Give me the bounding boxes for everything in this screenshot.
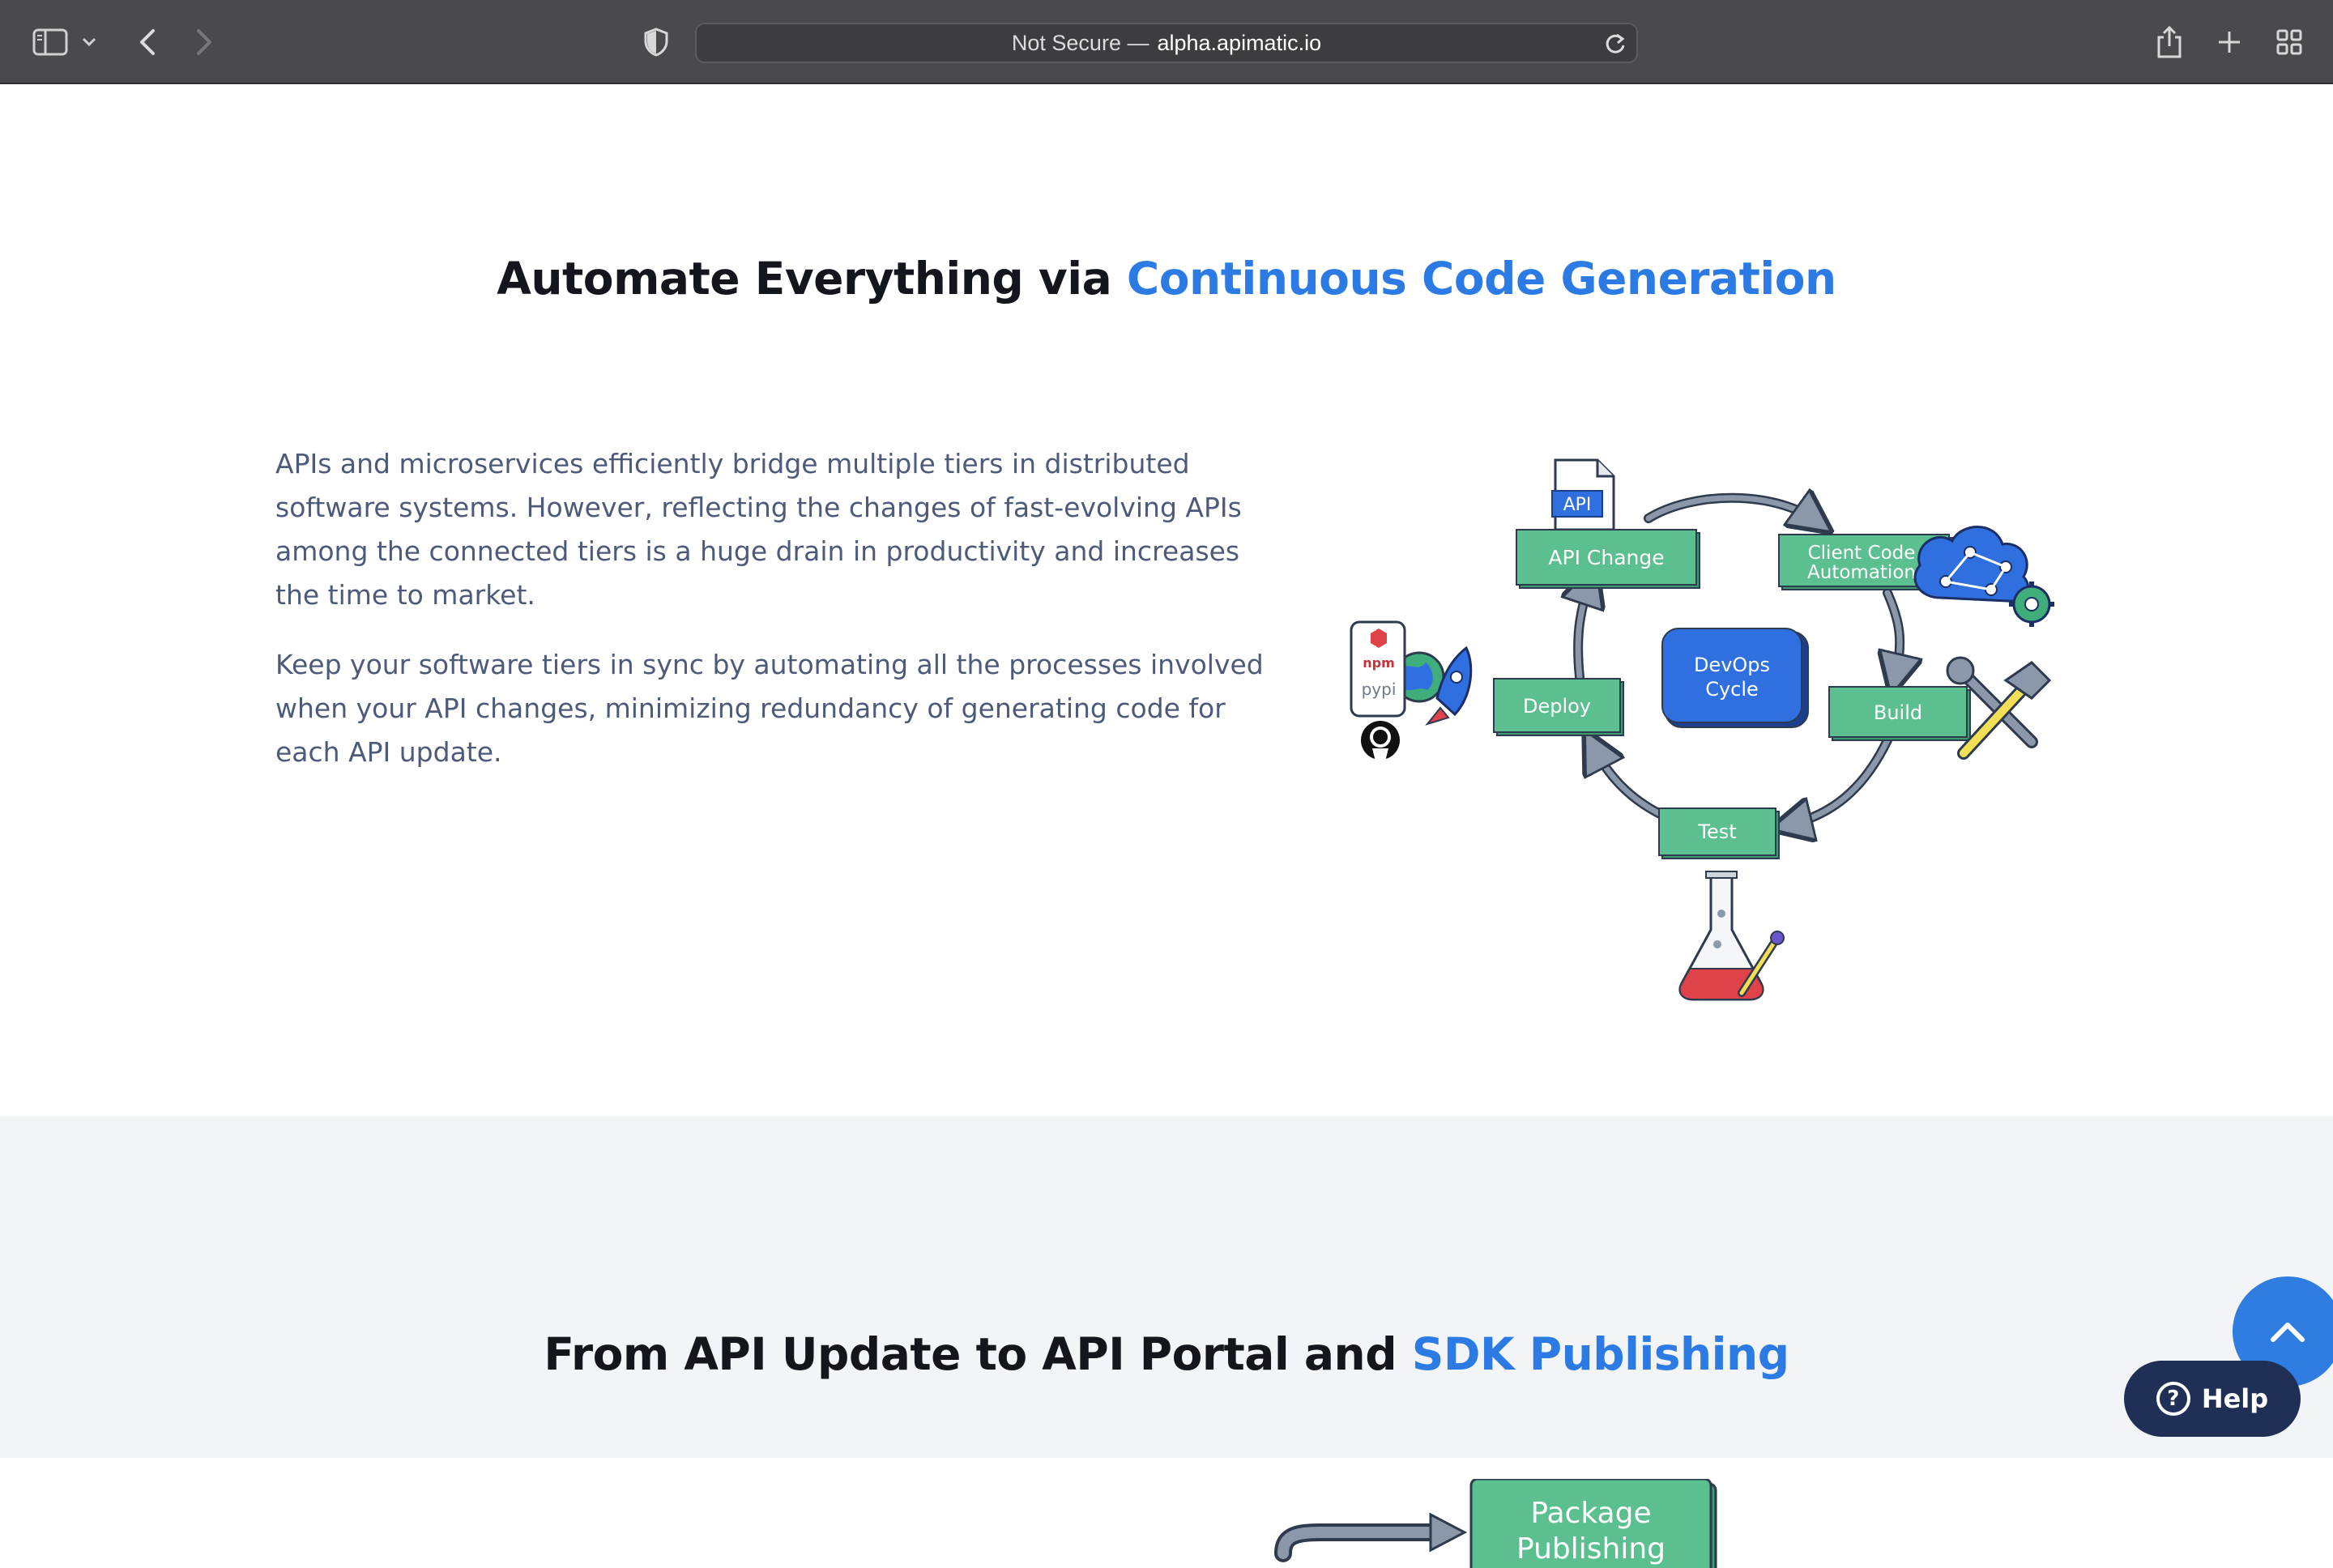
intro-paragraph: APIs and microservices efficiently bridg… — [275, 448, 1242, 611]
tab-overview-icon[interactable] — [2268, 21, 2310, 63]
registry-pypi-label: pypi — [1362, 680, 1397, 699]
cloud-gear-icon — [1913, 526, 2054, 627]
flask-icon — [1678, 871, 1785, 1001]
url-host: alpha.apimatic.io — [1157, 30, 1322, 55]
step-test-label: Test — [1697, 820, 1736, 843]
center-line2: Cycle — [1705, 678, 1759, 701]
github-icon — [1361, 721, 1400, 761]
api-doc-label: API — [1563, 495, 1592, 515]
step-build: Build — [1828, 686, 1971, 741]
sidebar-toggle-icon[interactable] — [29, 21, 71, 63]
address-bar[interactable]: Not Secure — alpha.apimatic.io — [695, 23, 1638, 63]
back-icon[interactable] — [126, 21, 168, 63]
chevron-down-icon[interactable] — [73, 21, 105, 63]
publishing-flow-partial: Package Publishing — [1274, 1479, 1717, 1568]
devops-cycle-diagram: API API Change Client Code Automation De… — [1337, 361, 2066, 1009]
step-api-change-label: API Change — [1548, 546, 1664, 569]
help-button[interactable]: ? Help — [2124, 1361, 2301, 1437]
step-test: Test — [1658, 807, 1780, 859]
step-deploy-label: Deploy — [1523, 695, 1591, 718]
card-line2: Publishing — [1516, 1532, 1666, 1566]
step-build-label: Build — [1874, 701, 1922, 724]
section-title-publishing: From API Update to API Portal and SDK Pu… — [0, 1328, 2333, 1380]
step-client-line1: Client Code — [1808, 543, 1916, 564]
registry-npm-label: npm — [1363, 655, 1395, 671]
package-registry-icon: npm pypi — [1350, 620, 1406, 718]
rocket-globe-icon — [1393, 646, 1473, 726]
title-accent: Continuous Code Generation — [1126, 253, 1836, 305]
api-document-icon: API — [1551, 458, 1615, 531]
url-security-label: Not Secure — — [1011, 30, 1149, 55]
help-icon: ? — [2156, 1382, 2190, 1416]
section-sdk-publishing: From API Update to API Portal and SDK Pu… — [0, 1116, 2333, 1568]
center-line1: DevOps — [1694, 654, 1770, 676]
share-icon[interactable] — [2148, 21, 2190, 63]
step-client-line2: Automation — [1807, 562, 1916, 583]
browser-toolbar: Not Secure — alpha.apimatic.io — [0, 0, 2333, 84]
card-line1: Package — [1530, 1497, 1651, 1530]
chevron-up-icon — [2271, 1323, 2305, 1342]
step-api-change: API Change — [1516, 529, 1700, 589]
sync-paragraph: Keep your software tiers in sync by auto… — [275, 649, 1264, 768]
help-label: Help — [2201, 1383, 2269, 1414]
reload-icon[interactable] — [1604, 32, 1627, 62]
title-accent: SDK Publishing — [1411, 1328, 1789, 1380]
new-tab-icon[interactable] — [2208, 21, 2250, 63]
devops-cycle-center: DevOps Cycle — [1661, 628, 1809, 728]
package-publishing-card: Package Publishing — [1469, 1479, 1717, 1568]
title-plain: Automate Everything via — [497, 253, 1127, 305]
privacy-shield-icon[interactable] — [635, 21, 677, 63]
step-deploy: Deploy — [1493, 678, 1624, 736]
section-title-automate: Automate Everything via Continuous Code … — [0, 253, 2333, 305]
forward-icon[interactable] — [183, 21, 225, 63]
title-plain: From API Update to API Portal and — [544, 1328, 1412, 1380]
page-content: Automate Everything via Continuous Code … — [0, 86, 2333, 1568]
